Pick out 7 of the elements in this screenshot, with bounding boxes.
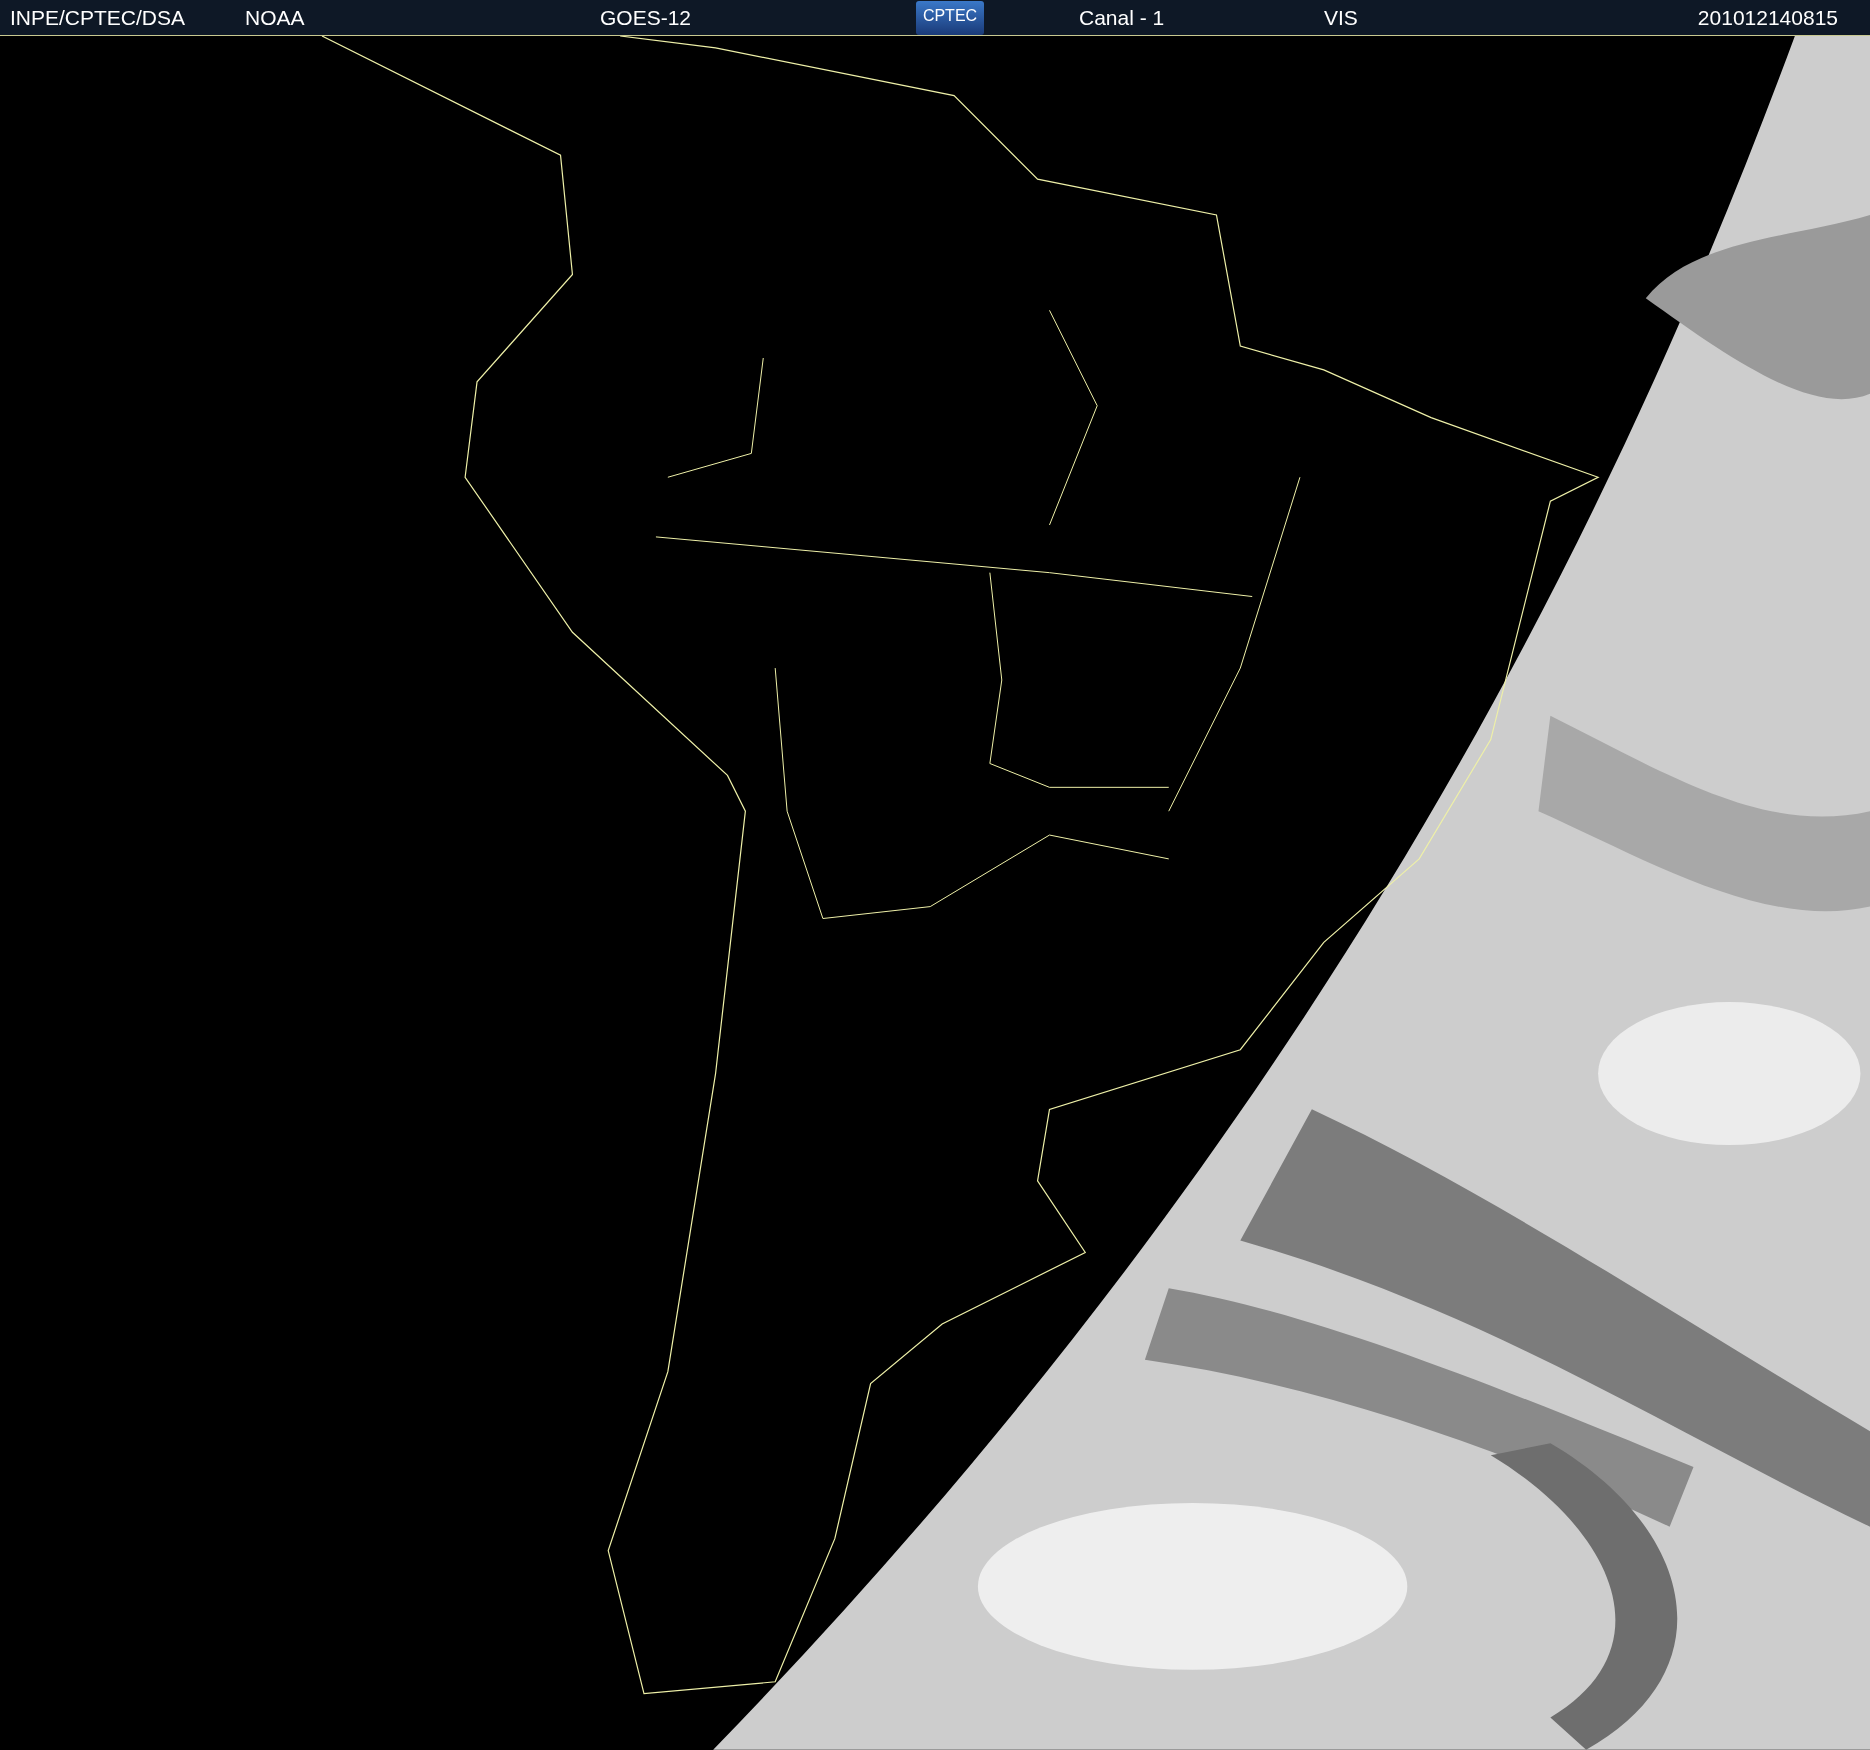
source-label: INPE/CPTEC/DSA [10, 5, 186, 30]
channel-label: Canal - 1 [1079, 5, 1165, 30]
timestamp-label: 201012140815 [1697, 5, 1838, 30]
logo-badge: CPTEC [916, 0, 984, 35]
agency-label: NOAA [245, 5, 305, 30]
satellite-label: GOES-12 [600, 5, 692, 30]
band-label: VIS [1324, 5, 1358, 30]
